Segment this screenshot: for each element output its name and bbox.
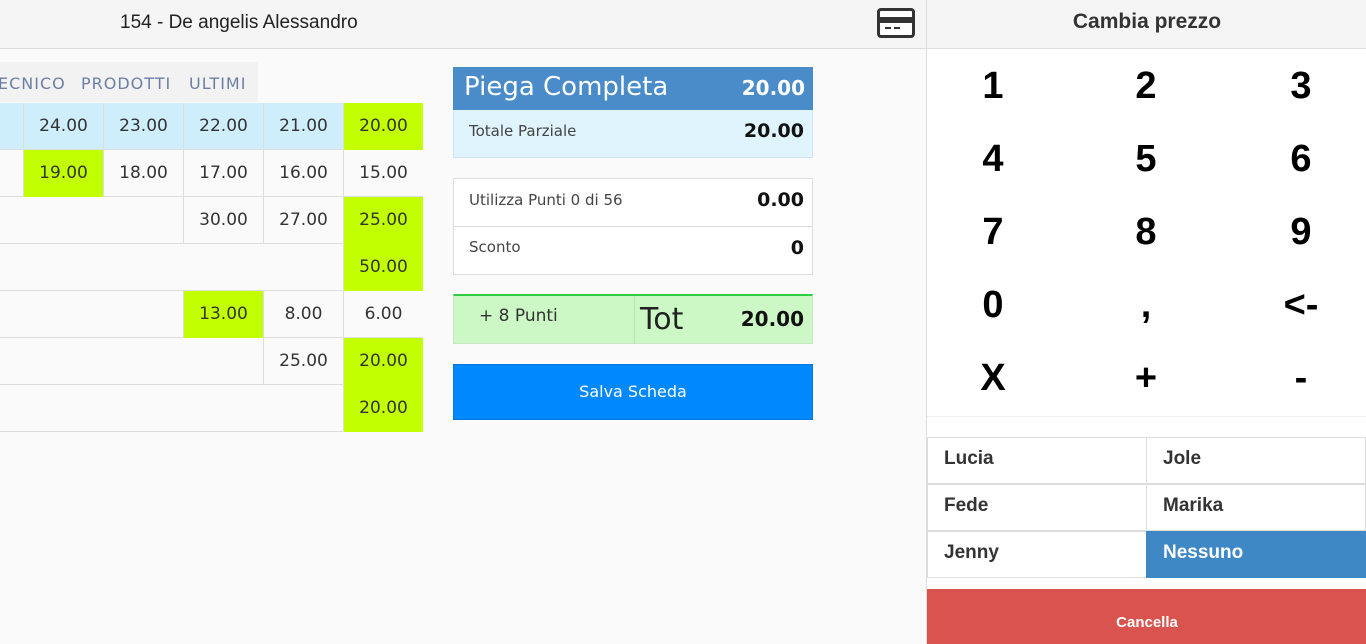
discount-label[interactable]: Sconto: [469, 238, 521, 256]
key-9[interactable]: 9: [1228, 196, 1366, 269]
main-area: 154 - De angelis Alessandro ECNICO PRODO…: [0, 0, 926, 644]
empty-cell: [183, 244, 263, 291]
key-backspace[interactable]: <-: [1228, 269, 1366, 342]
total-value: 20.00: [740, 307, 804, 331]
key-1[interactable]: 1: [920, 50, 1066, 123]
partial-total-label: Totale Parziale: [469, 122, 577, 140]
staff-button-marika[interactable]: Marika: [1146, 484, 1366, 531]
divider: [454, 226, 812, 227]
app-window: 154 - De angelis Alessandro ECNICO PRODO…: [0, 0, 1366, 644]
points-discount-box: Utilizza Punti 0 di 56 0.00 Sconto 0: [453, 178, 813, 275]
price-cell[interactable]: 15.00: [343, 150, 423, 197]
price-row: 13.00 8.00 6.00: [0, 291, 423, 338]
empty-cell: [23, 385, 103, 432]
key-comma[interactable]: ,: [1073, 269, 1219, 342]
price-cell[interactable]: 22.00: [183, 103, 263, 150]
empty-cell: [183, 338, 263, 385]
empty-cell: [263, 385, 343, 432]
key-plus[interactable]: +: [1073, 342, 1219, 415]
price-row: 50.00: [0, 244, 423, 291]
empty-cell: [103, 385, 183, 432]
empty-cell: [263, 244, 343, 291]
credit-card-icon[interactable]: [877, 8, 915, 38]
change-price-title: Cambia prezzo: [1072, 10, 1222, 33]
empty-cell: [23, 244, 103, 291]
empty-cell: [23, 338, 103, 385]
top-bar: 154 - De angelis Alessandro: [0, 0, 926, 49]
use-points-label[interactable]: Utilizza Punti 0 di 56: [469, 191, 623, 209]
service-name: Piega Completa: [464, 72, 669, 102]
price-cell[interactable]: 20.00: [343, 385, 423, 432]
price-cell[interactable]: 19.00: [23, 150, 103, 197]
price-cell[interactable]: 25.00: [343, 197, 423, 244]
price-cell[interactable]: 6.00: [343, 291, 423, 338]
price-cell[interactable]: 24.00: [23, 103, 103, 150]
price-row: 19.00 18.00 17.00 16.00 15.00: [0, 150, 423, 197]
key-7[interactable]: 7: [920, 196, 1066, 269]
card-stripe: [880, 17, 912, 23]
tab-ultimi[interactable]: ULTIMI: [189, 74, 246, 93]
change-price-panel: Cambia prezzo 1 2 3 4 5 6 7 8 9 0, <- X + - Lucia Jole…: [926, 0, 1366, 644]
divider: [634, 296, 635, 344]
staff-button-lucia[interactable]: Lucia: [927, 437, 1147, 484]
staff-selector: Lucia Jole Fede Marika Jenny Nessuno: [927, 437, 1366, 578]
price-cell[interactable]: 21.00: [263, 103, 343, 150]
key-4[interactable]: 4: [920, 123, 1066, 196]
discount-value: 0: [790, 237, 804, 259]
key-3[interactable]: 3: [1228, 50, 1366, 123]
price-row: 25.00 20.00: [0, 338, 423, 385]
tab-tecnico[interactable]: ECNICO: [0, 74, 66, 93]
service-header: Piega Completa 20.00: [453, 67, 813, 110]
service-price: 20.00: [741, 76, 805, 100]
empty-cell: [103, 338, 183, 385]
total-label: Tot: [640, 302, 684, 337]
tab-prodotti[interactable]: PRODOTTI: [81, 74, 171, 93]
card-dash: [885, 27, 891, 29]
staff-button-jole[interactable]: Jole: [1146, 437, 1366, 484]
key-clear[interactable]: X: [920, 342, 1066, 415]
key-minus[interactable]: -: [1228, 342, 1366, 415]
price-cell[interactable]: 23.00: [103, 103, 183, 150]
price-cell[interactable]: 17.00: [183, 150, 263, 197]
empty-cell: [103, 244, 183, 291]
key-0[interactable]: 0: [920, 269, 1066, 342]
client-title: 154 - De angelis Alessandro: [120, 12, 358, 33]
empty-cell: [183, 385, 263, 432]
partial-total-row: Totale Parziale 20.00: [453, 110, 813, 158]
price-cell[interactable]: 27.00: [263, 197, 343, 244]
price-row: 24.00 23.00 22.00 21.00 20.00: [0, 103, 423, 150]
price-cell[interactable]: 16.00: [263, 150, 343, 197]
price-cell[interactable]: 18.00: [103, 150, 183, 197]
key-6[interactable]: 6: [1228, 123, 1366, 196]
key-5[interactable]: 5: [1073, 123, 1219, 196]
empty-cell: [23, 197, 103, 244]
card-dash: [894, 27, 900, 29]
price-cell[interactable]: 30.00: [183, 197, 263, 244]
price-row: 30.00 27.00 25.00: [0, 197, 423, 244]
cancel-button[interactable]: Cancella: [927, 589, 1366, 644]
staff-button-fede[interactable]: Fede: [927, 484, 1147, 531]
price-cell[interactable]: 8.00: [263, 291, 343, 338]
empty-cell: [23, 291, 103, 338]
key-8[interactable]: 8: [1073, 196, 1219, 269]
total-box: + 8 Punti Tot 20.00: [453, 294, 813, 344]
price-cell[interactable]: 25.00: [263, 338, 343, 385]
price-cell[interactable]: 13.00: [183, 291, 263, 338]
category-tabs: ECNICO PRODOTTI ULTIMI: [0, 62, 258, 102]
bonus-points: + 8 Punti: [479, 306, 558, 326]
price-cell[interactable]: 50.00: [343, 244, 423, 291]
change-price-header: Cambia prezzo: [927, 0, 1366, 49]
empty-cell: [103, 291, 183, 338]
price-row: 20.00: [0, 385, 423, 432]
partial-total-value: 20.00: [743, 120, 804, 142]
key-2[interactable]: 2: [1073, 50, 1219, 123]
staff-button-jenny[interactable]: Jenny: [927, 531, 1147, 578]
save-card-button[interactable]: Salva Scheda: [453, 364, 813, 420]
price-cell[interactable]: 20.00: [343, 338, 423, 385]
empty-cell: [103, 197, 183, 244]
numeric-keypad: 1 2 3 4 5 6 7 8 9 0, <- X + -: [927, 50, 1366, 417]
price-cell[interactable]: 20.00: [343, 103, 423, 150]
staff-button-nessuno[interactable]: Nessuno: [1146, 531, 1366, 578]
use-points-value: 0.00: [757, 189, 804, 211]
